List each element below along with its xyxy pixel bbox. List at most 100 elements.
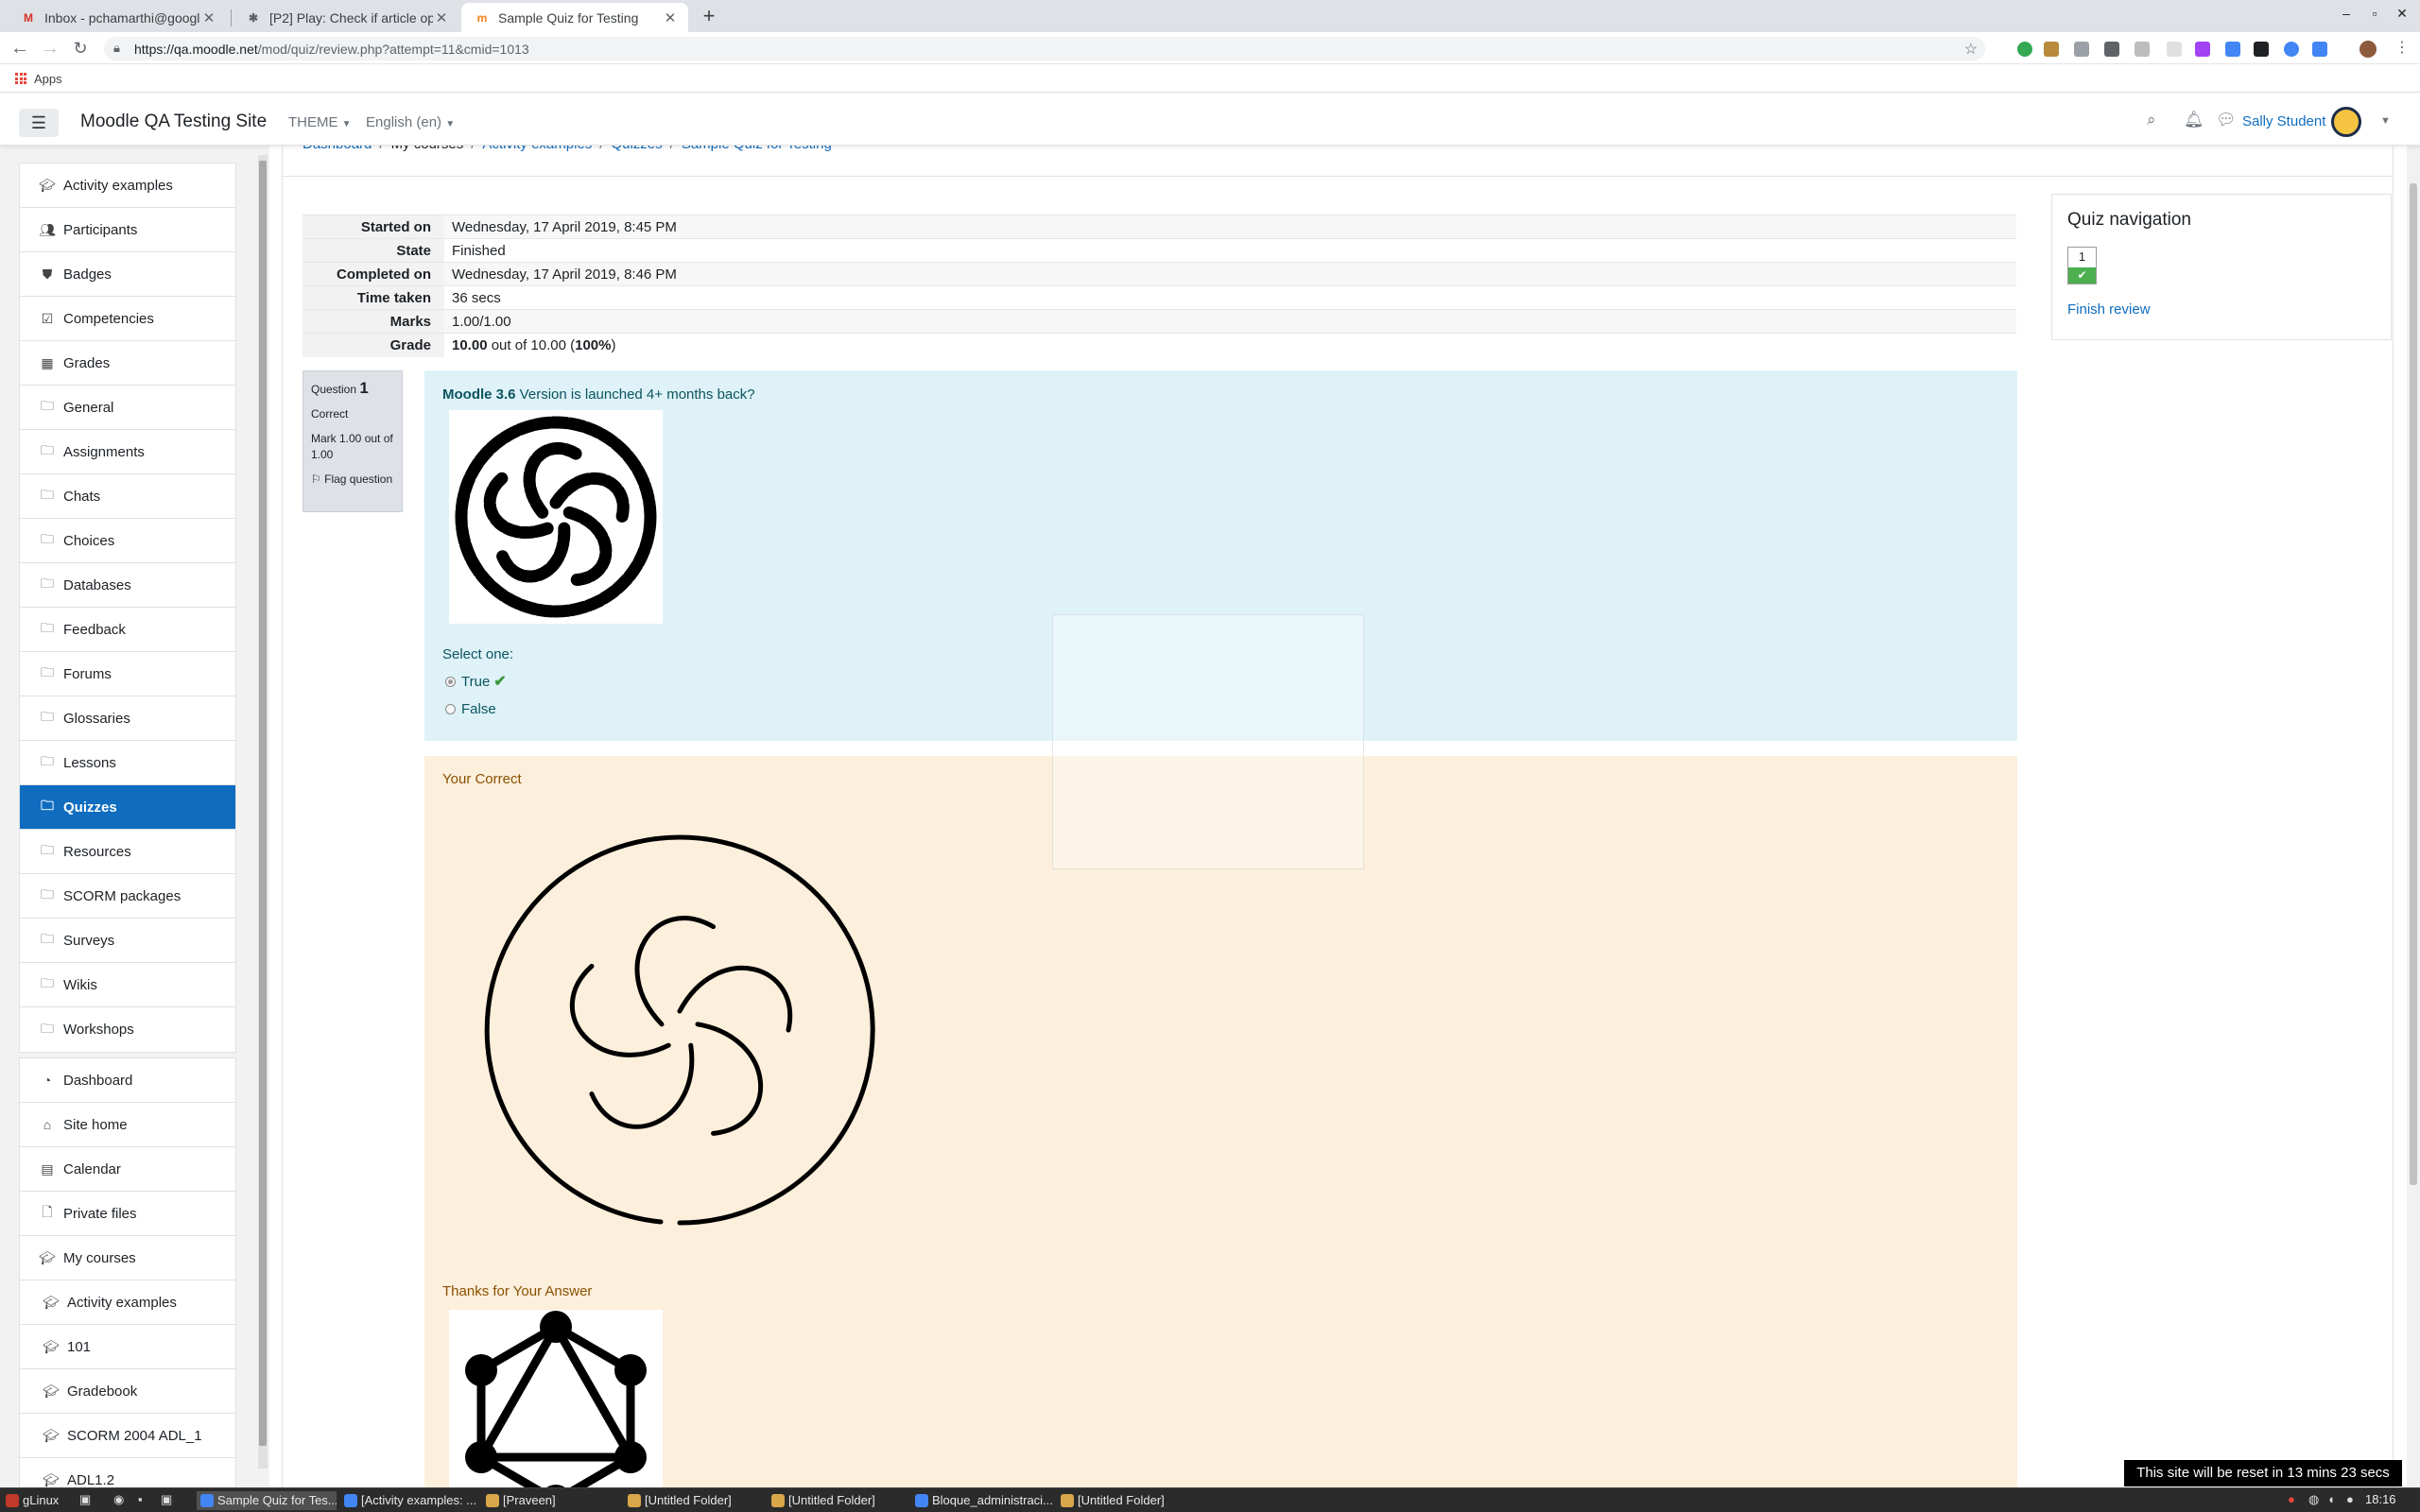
extension-icon[interactable]	[2074, 42, 2089, 57]
answer-option-false[interactable]: False	[445, 701, 496, 717]
answer-option-true[interactable]: True ✔	[445, 672, 507, 691]
sidebar-item-calendar[interactable]: ▤ Calendar	[20, 1147, 235, 1192]
extension-icon[interactable]	[2044, 42, 2059, 57]
taskbar-window[interactable]: [Untitled Folder]	[768, 1491, 909, 1510]
extension-icon[interactable]	[2017, 42, 2032, 57]
apps-bookmark[interactable]: Apps	[34, 72, 62, 86]
sidebar-item-101[interactable]: 🎓︎ 101	[20, 1325, 235, 1369]
sidebar-item-participants[interactable]: 👥︎ Participants	[20, 208, 235, 252]
hamburger-menu-button[interactable]: ☰	[19, 109, 59, 137]
sidebar-item-grades[interactable]: ▦ Grades	[20, 341, 235, 386]
forward-button[interactable]: →	[40, 38, 60, 59]
sidebar-item-lessons[interactable]: 🗀 Lessons	[20, 741, 235, 785]
network-icon[interactable]: ◍	[2308, 1492, 2319, 1507]
finish-review-link[interactable]: Finish review	[2067, 301, 2151, 318]
taskbar-window[interactable]: Sample Quiz for Tes...	[197, 1491, 337, 1510]
summary-row: Time taken 36 secs	[302, 285, 2016, 310]
minimize-button[interactable]: –	[2333, 6, 2360, 21]
sidebar-item-gradebook[interactable]: 🎓︎ Gradebook	[20, 1369, 235, 1414]
sidebar-item-scorm-packages[interactable]: 🗀 SCORM packages	[20, 874, 235, 919]
sidebar-item-activity-examples[interactable]: 🎓︎ Activity examples	[20, 163, 235, 208]
maximize-button[interactable]: ▫	[2361, 6, 2388, 21]
tab-sample-quiz[interactable]: m Sample Quiz for Testing ✕	[461, 3, 688, 32]
back-button[interactable]: ←	[9, 38, 30, 59]
sidebar-item-quizzes[interactable]: 🗀 Quizzes	[20, 785, 235, 830]
sidebar-item-chats[interactable]: 🗀 Chats	[20, 474, 235, 519]
avatar[interactable]	[2331, 107, 2361, 137]
language-menu[interactable]: English (en) ▼	[366, 114, 455, 130]
sidebar-item-my-courses[interactable]: 🎓︎ My courses	[20, 1236, 235, 1280]
sidebar-item-resources[interactable]: 🗀 Resources	[20, 830, 235, 874]
sidebar-item-choices[interactable]: 🗀 Choices	[20, 519, 235, 563]
scrollbar-thumb[interactable]	[2410, 183, 2417, 1185]
sidebar-item-feedback[interactable]: 🗀 Feedback	[20, 608, 235, 652]
sidebar-item-assignments[interactable]: 🗀 Assignments	[20, 430, 235, 474]
question-nav-button-1[interactable]: 1 ✔	[2067, 247, 2097, 284]
extension-icon[interactable]	[2104, 42, 2119, 57]
extension-icon[interactable]	[2254, 42, 2269, 57]
taskbar-window[interactable]: Bloque_administraci...	[911, 1491, 1057, 1510]
bookmark-star-icon[interactable]: ☆	[1964, 40, 1978, 59]
extension-icon[interactable]	[2195, 42, 2210, 57]
tab-play-bug[interactable]: ✱ [P2] Play: Check if article op ✕	[233, 3, 459, 32]
bell-icon[interactable]: 🔔︎	[2184, 111, 2204, 129]
file-icon: 🗋	[42, 1204, 53, 1219]
radio-true[interactable]	[445, 676, 456, 687]
sidebar-item-glossaries[interactable]: 🗀 Glossaries	[20, 696, 235, 741]
caret-down-icon[interactable]: ▼	[2380, 115, 2391, 127]
close-icon[interactable]: ✕	[200, 9, 217, 26]
start-menu-button[interactable]: gLinux	[2, 1491, 68, 1510]
sidebar-item-label: General	[63, 399, 114, 416]
extension-icon[interactable]	[2135, 42, 2150, 57]
messages-icon[interactable]: 💬︎	[2216, 111, 2237, 129]
close-window-button[interactable]: ✕	[2389, 6, 2415, 22]
sidebar-item-wikis[interactable]: 🗀 Wikis	[20, 963, 235, 1007]
flag-question-link[interactable]: ⚐ Flag question	[311, 472, 394, 488]
folder-icon[interactable]: ▣	[79, 1492, 91, 1507]
user-icon[interactable]: ●	[2346, 1492, 2354, 1506]
sidebar-item-forums[interactable]: 🗀 Forums	[20, 652, 235, 696]
user-menu[interactable]: Sally Student	[2242, 113, 2325, 129]
reload-button[interactable]: ↻	[70, 38, 91, 59]
sidebar-item-surveys[interactable]: 🗀 Surveys	[20, 919, 235, 963]
theme-menu[interactable]: THEME ▼	[288, 114, 352, 130]
close-icon[interactable]: ✕	[662, 9, 679, 26]
sidebar-item-workshops[interactable]: 🗀 Workshops	[20, 1007, 235, 1052]
taskbar-window[interactable]: [Untitled Folder]	[1057, 1491, 1199, 1510]
taskbar-window[interactable]: [Untitled Folder]	[624, 1491, 766, 1510]
scrollbar-thumb[interactable]	[259, 161, 267, 1446]
address-bar[interactable]: 🔒︎ https://qa.moodle.net/mod/quiz/review…	[104, 37, 1985, 60]
sidebar-item-badges[interactable]: ⛊ Badges	[20, 252, 235, 297]
sidebar-item-private-files[interactable]: 🗋 Private files	[20, 1192, 235, 1236]
sidebar-item-databases[interactable]: 🗀 Databases	[20, 563, 235, 608]
extension-icon[interactable]	[2312, 42, 2327, 57]
extension-icon[interactable]	[2167, 42, 2182, 57]
close-icon[interactable]: ✕	[433, 9, 450, 26]
volume-icon[interactable]: ◖	[2327, 1492, 2335, 1506]
extension-icon[interactable]	[2284, 42, 2299, 57]
extension-icon[interactable]	[2225, 42, 2240, 57]
sidebar-item-general[interactable]: 🗀 General	[20, 386, 235, 430]
terminal-icon[interactable]: ▪	[138, 1492, 143, 1506]
chrome-icon[interactable]: ◉	[113, 1492, 124, 1507]
sidebar-item-adl1-2[interactable]: 🎓︎ ADL1.2	[20, 1458, 235, 1487]
drawer-scrollbar[interactable]	[258, 155, 268, 1469]
page-scrollbar[interactable]	[2407, 146, 2420, 1487]
tab-inbox[interactable]: M Inbox - pchamarthi@google. ✕	[8, 3, 227, 32]
taskbar-window[interactable]: [Activity examples: ...	[340, 1491, 482, 1510]
chrome-menu-icon[interactable]: ⋮	[2392, 38, 2412, 59]
site-name[interactable]: Moodle QA Testing Site	[80, 112, 267, 132]
taskbar-window[interactable]: [Praveen]	[482, 1491, 624, 1510]
sidebar-item-activity-examples[interactable]: 🎓︎ Activity examples	[20, 1280, 235, 1325]
sidebar-item-dashboard[interactable]: ◔ Dashboard	[20, 1058, 235, 1103]
graduation-cap-icon: 🎓︎	[39, 177, 56, 193]
search-icon[interactable]: ⌕	[2147, 111, 2156, 129]
sidebar-item-site-home[interactable]: ⌂ Site home	[20, 1103, 235, 1147]
radio-false[interactable]	[445, 704, 456, 714]
new-tab-button[interactable]: +	[697, 5, 721, 29]
folder-icon[interactable]: ▣	[161, 1492, 172, 1507]
sidebar-item-scorm-2004-adl-1[interactable]: 🎓︎ SCORM 2004 ADL_1	[20, 1414, 235, 1458]
gplus-icon[interactable]: ●	[2288, 1492, 2295, 1506]
profile-avatar[interactable]	[2360, 41, 2377, 58]
sidebar-item-competencies[interactable]: ☑ Competencies	[20, 297, 235, 341]
